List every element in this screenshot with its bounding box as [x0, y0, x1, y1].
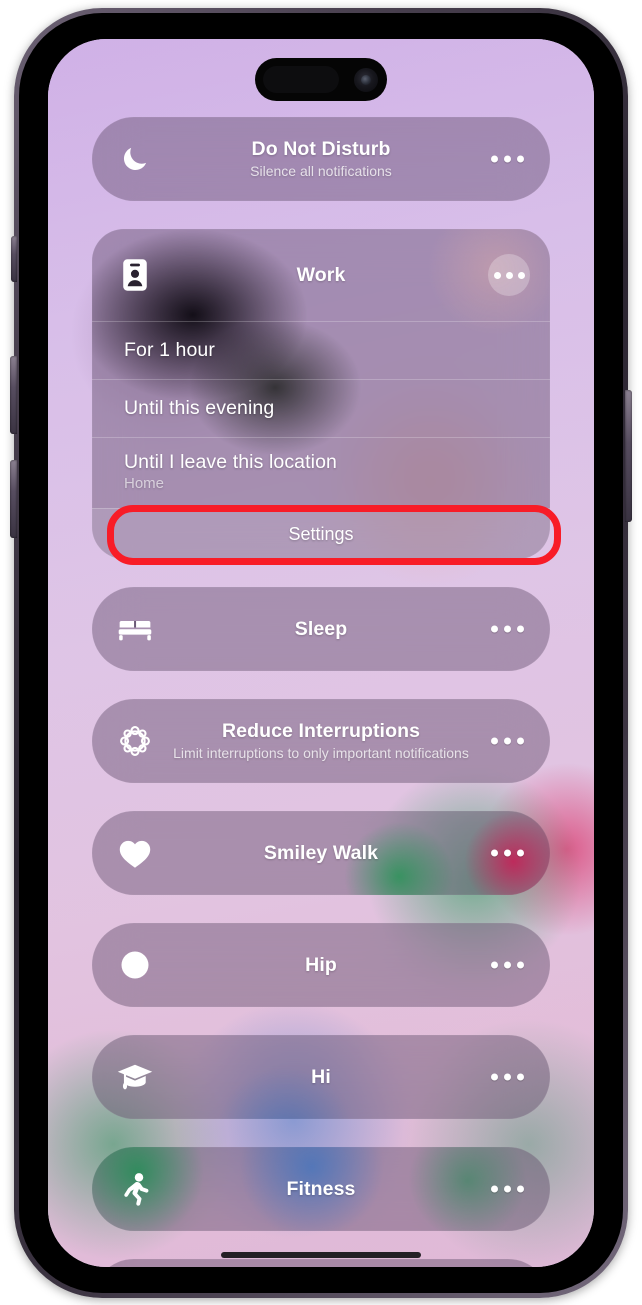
focus-item-subtitle: Limit interruptions to only important no… — [173, 745, 469, 762]
id-badge-icon — [116, 256, 154, 294]
work-card-more-button[interactable] — [488, 254, 530, 296]
focus-item-hi[interactable]: Hi — [92, 1035, 550, 1119]
focus-item-sleep[interactable]: Sleep — [92, 587, 550, 671]
work-option-subtitle: Home — [124, 474, 165, 492]
focus-item-more-button[interactable] — [487, 954, 528, 977]
work-option-until-this-evening[interactable]: Until this evening — [92, 379, 550, 437]
focus-item-do-not-disturb[interactable]: Do Not Disturb Silence all notifications — [92, 117, 550, 201]
circle-icon — [116, 946, 154, 984]
focus-item-more-button[interactable] — [487, 618, 528, 641]
graduation-cap-icon — [116, 1058, 154, 1096]
work-option-for-1-hour[interactable]: For 1 hour — [92, 321, 550, 379]
focus-item-more-button[interactable] — [487, 842, 528, 865]
face-id-sensor — [263, 66, 339, 93]
work-settings-label: Settings — [288, 523, 354, 544]
focus-item-text: Reduce Interruptions Limit interruptions… — [92, 720, 550, 762]
focus-item-hip[interactable]: Hip — [92, 923, 550, 1007]
focus-item-smiley-walk[interactable]: Smiley Walk — [92, 811, 550, 895]
focus-item-subtitle: Silence all notifications — [250, 163, 392, 180]
phone-screen: Do Not Disturb Silence all notifications — [48, 39, 594, 1267]
dynamic-island — [255, 58, 387, 101]
running-person-icon — [116, 1170, 154, 1208]
focus-item-title: Sleep — [294, 617, 348, 640]
heart-icon — [116, 834, 154, 872]
work-option-until-i-leave-this-location[interactable]: Until I leave this location Home — [92, 437, 550, 508]
work-option-title: Until I leave this location — [124, 450, 337, 473]
focus-item-text: Hi — [92, 1066, 550, 1089]
focus-item-text: Do Not Disturb Silence all notifications — [92, 138, 550, 180]
bed-icon — [116, 610, 154, 648]
focus-item-title: Fitness — [286, 1177, 356, 1200]
focus-item-work-expanded: Work For 1 hour Until this evening Until… — [92, 229, 550, 559]
focus-item-reduce-interruptions[interactable]: Reduce Interruptions Limit interruptions… — [92, 699, 550, 783]
focus-item-title: Reduce Interruptions — [221, 720, 421, 743]
focus-item-text: Fitness — [92, 1178, 550, 1201]
volume-down-button[interactable] — [10, 460, 17, 538]
work-option-title: For 1 hour — [124, 339, 215, 361]
focus-item-more-button[interactable] — [487, 148, 528, 171]
focus-modes-list: Do Not Disturb Silence all notifications — [48, 117, 594, 1267]
focus-item-partial-next[interactable] — [92, 1259, 550, 1267]
focus-item-text: Hip — [92, 954, 550, 977]
focus-item-title: Hi — [311, 1065, 331, 1088]
iphone-device-frame: Do Not Disturb Silence all notifications — [10, 8, 632, 1298]
focus-item-text: Sleep — [92, 618, 550, 641]
focus-item-fitness[interactable]: Fitness — [92, 1147, 550, 1231]
work-card-header[interactable]: Work — [92, 229, 550, 321]
focus-item-title: Smiley Walk — [263, 841, 379, 864]
work-card-text: Work — [92, 264, 550, 287]
home-indicator[interactable] — [221, 1252, 421, 1258]
work-settings-button[interactable]: Settings — [92, 508, 550, 559]
moon-icon — [116, 140, 154, 178]
focus-item-text: Smiley Walk — [92, 842, 550, 865]
apple-intelligence-icon — [116, 722, 154, 760]
focus-item-more-button[interactable] — [487, 730, 528, 753]
work-card-title: Work — [296, 263, 346, 286]
focus-item-title: Do Not Disturb — [251, 138, 391, 161]
power-button[interactable] — [625, 390, 632, 522]
focus-item-title: Hip — [305, 953, 337, 976]
focus-item-more-button[interactable] — [487, 1066, 528, 1089]
silent-switch-button[interactable] — [11, 236, 17, 282]
focus-item-more-button[interactable] — [487, 1178, 528, 1201]
volume-up-button[interactable] — [10, 356, 17, 434]
front-camera-icon — [354, 68, 378, 92]
work-option-title: Until this evening — [124, 397, 275, 419]
